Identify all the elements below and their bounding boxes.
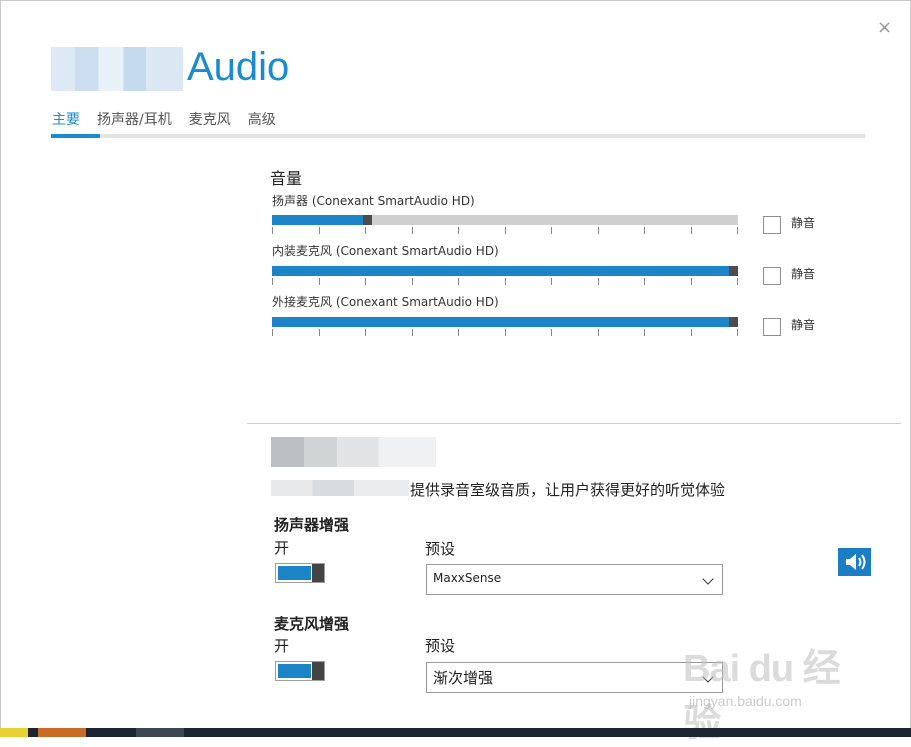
taskbar-item[interactable] (136, 728, 184, 737)
internal-mic-volume-thumb[interactable] (729, 266, 738, 276)
volume-tick (644, 227, 645, 234)
internal-mic-volume-slider[interactable] (272, 266, 738, 276)
volume-tick (458, 329, 459, 336)
volume-tick (551, 329, 552, 336)
mic-preset-select[interactable]: 渐次增强 (426, 662, 723, 693)
volume-tick (691, 227, 692, 234)
brand-logo-blurred (51, 47, 183, 91)
volume-tick (365, 278, 366, 285)
brand-title: Audio (187, 45, 290, 89)
device-label-speaker: 扬声器 (Conexant SmartAudio HD) (272, 194, 475, 208)
volume-title: 音量 (270, 169, 303, 188)
tab-active-indicator (51, 134, 100, 138)
enhance-description: 提供录音室级音质，让用户获得更好的听觉体验 (410, 481, 726, 499)
external-mic-volume-fill (272, 317, 729, 327)
mic-enhance-title: 麦克风增强 (274, 615, 350, 633)
section-divider (247, 423, 901, 424)
volume-tick (505, 329, 506, 336)
volume-tick (412, 278, 413, 285)
mic-enhance-toggle[interactable] (275, 661, 325, 681)
volume-tick (412, 329, 413, 336)
internal-mic-volume-ticks (272, 278, 738, 286)
volume-tick (737, 278, 738, 285)
device-label-internal-mic: 内装麦克风 (Conexant SmartAudio HD) (272, 244, 499, 258)
volume-tick (365, 329, 366, 336)
external-mic-volume-thumb[interactable] (729, 317, 738, 327)
volume-tick (272, 329, 273, 336)
volume-tick (505, 278, 506, 285)
speaker-enhance-toggle[interactable] (275, 563, 325, 583)
description-prefix-blurred (271, 480, 409, 496)
external-mic-mute-checkbox[interactable] (763, 318, 781, 336)
internal-mic-volume-fill (272, 266, 729, 276)
speaker-volume-fill (272, 215, 363, 225)
internal-mic-mute-checkbox[interactable] (763, 267, 781, 285)
speaker-enhance-state: 开 (274, 539, 290, 557)
taskbar (0, 728, 911, 737)
volume-tick (412, 227, 413, 234)
toggle-on-fill (278, 664, 311, 678)
internal-mic-mute-label: 静音 (791, 267, 816, 281)
volume-tick (691, 329, 692, 336)
external-mic-mute-label: 静音 (791, 318, 816, 332)
volume-tick (737, 227, 738, 234)
taskbar-item[interactable] (38, 728, 86, 737)
product-name-blurred (271, 437, 436, 467)
speaker-volume-ticks (272, 227, 738, 235)
device-label-external-mic: 外接麦克风 (Conexant SmartAudio HD) (272, 295, 499, 309)
baidu-watermark: Bai du 经验 jingyan.baidu.com (683, 637, 863, 745)
volume-tick (551, 227, 552, 234)
external-mic-volume-slider[interactable] (272, 317, 738, 327)
toggle-on-fill (278, 566, 311, 580)
volume-tick (365, 227, 366, 234)
volume-tick (644, 278, 645, 285)
speaker-enhance-title: 扬声器增强 (274, 516, 350, 534)
speaker-mute-label: 静音 (791, 216, 816, 230)
volume-tick (319, 329, 320, 336)
audio-window: × Audio 主要 扬声器/耳机 麦克风 高级 音量 扬声器 (Conexan… (0, 0, 911, 745)
toggle-knob (312, 564, 324, 582)
speaker-volume-slider[interactable] (272, 215, 738, 225)
volume-tick (691, 278, 692, 285)
close-icon[interactable]: × (877, 17, 892, 38)
volume-tick (598, 278, 599, 285)
volume-tick (737, 329, 738, 336)
chevron-down-icon (702, 573, 714, 585)
tab-underline (51, 134, 865, 138)
volume-tick (458, 227, 459, 234)
mic-enhance-state: 开 (274, 637, 290, 655)
watermark-url: jingyan.baidu.com (689, 693, 802, 709)
speaker-volume-thumb[interactable] (363, 215, 372, 225)
volume-tick (644, 329, 645, 336)
volume-tick (272, 278, 273, 285)
volume-tick (598, 329, 599, 336)
volume-tick (272, 227, 273, 234)
volume-tick (551, 278, 552, 285)
volume-tick (598, 227, 599, 234)
speaker-preset-value: MaxxSense (433, 571, 502, 585)
external-mic-volume-ticks (272, 329, 738, 337)
volume-tick (505, 227, 506, 234)
mic-preset-value: 渐次增强 (433, 669, 494, 687)
speaker-mute-checkbox[interactable] (763, 216, 781, 234)
speaker-volume-icon (846, 554, 866, 570)
volume-tick (319, 278, 320, 285)
speaker-test-button[interactable] (838, 548, 871, 576)
volume-tick (319, 227, 320, 234)
speaker-preset-select[interactable]: MaxxSense (426, 564, 723, 595)
taskbar-item[interactable] (0, 728, 28, 737)
speaker-preset-label: 预设 (425, 540, 456, 558)
volume-tick (458, 278, 459, 285)
toggle-knob (312, 662, 324, 680)
mic-preset-label: 预设 (425, 637, 456, 655)
